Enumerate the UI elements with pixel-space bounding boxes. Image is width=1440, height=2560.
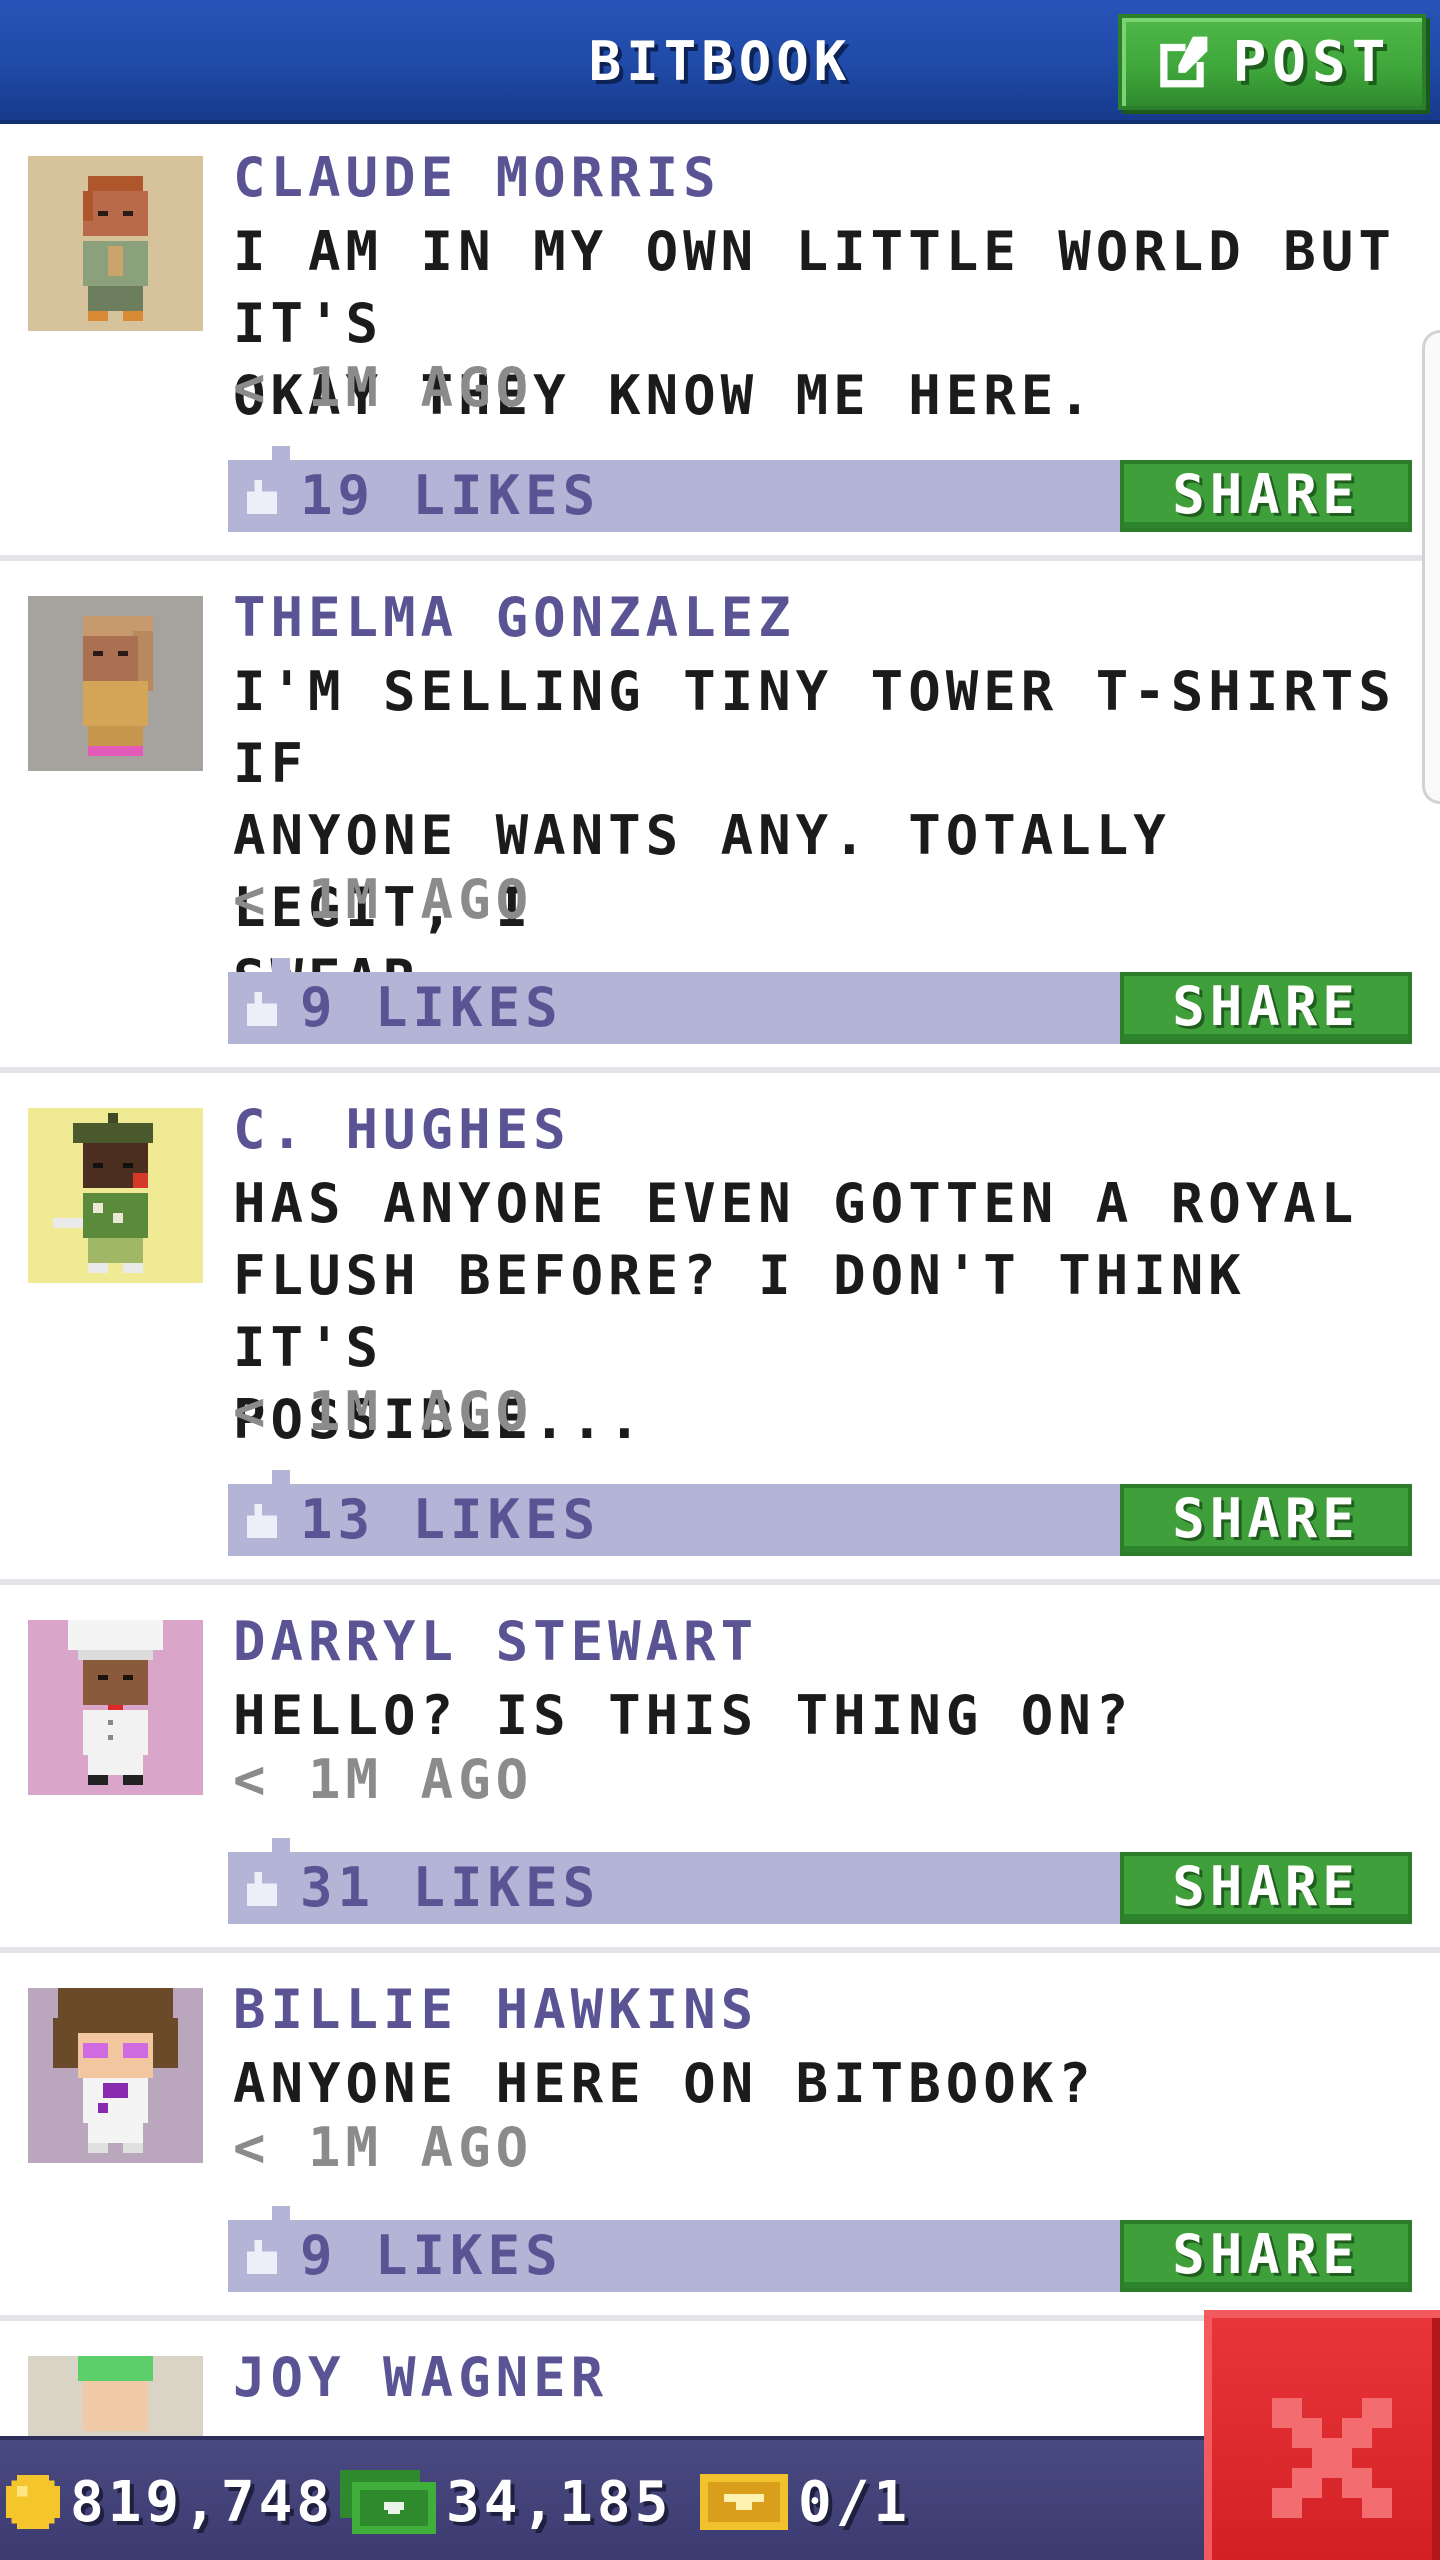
coins-stat: 819,748 xyxy=(6,2440,334,2560)
avatar[interactable] xyxy=(28,1988,203,2163)
likes-bar: 31 LIKES SHARE xyxy=(228,1838,1412,1924)
likes-count: 9 LIKES xyxy=(300,2224,563,2287)
post-message: ANYONE HERE ON BITBOOK? xyxy=(233,2052,1096,2115)
avatar[interactable] xyxy=(28,1620,203,1795)
post-button[interactable]: POST xyxy=(1118,14,1426,110)
post-time: < 1M AGO xyxy=(233,868,534,931)
post-divider xyxy=(0,555,1440,561)
bux-stat: 34,185 xyxy=(340,2440,672,2560)
post-time: < 1M AGO xyxy=(233,1748,534,1811)
likes-count: 19 LIKES xyxy=(300,464,601,527)
post-author[interactable]: C. HUGHES xyxy=(233,1098,571,1161)
post-divider xyxy=(0,1947,1440,1953)
post-time: < 1M AGO xyxy=(233,1380,534,1443)
post-author[interactable]: JOY WAGNER xyxy=(233,2346,608,2409)
avatar[interactable] xyxy=(28,156,203,331)
ticket-icon xyxy=(700,2474,788,2530)
likes-bar: 9 LIKES SHARE xyxy=(228,2206,1412,2292)
post-button-label: POST xyxy=(1232,29,1392,95)
close-icon xyxy=(1272,2398,1392,2518)
compose-icon xyxy=(1159,36,1207,88)
coins-count: 819,748 xyxy=(70,2469,335,2535)
bux-count: 34,185 xyxy=(446,2469,673,2535)
scroll-indicator[interactable] xyxy=(1422,330,1440,804)
share-button[interactable]: SHARE xyxy=(1120,2220,1412,2292)
likes-bar: 19 LIKES SHARE xyxy=(228,446,1412,532)
likes-count: 13 LIKES xyxy=(300,1488,601,1551)
post-message: HELLO? IS THIS THING ON? xyxy=(233,1684,1134,1747)
post-message: I'M SELLING TINY TOWER T-SHIRTS IF ANYON… xyxy=(233,660,1396,1011)
post-author[interactable]: DARRYL STEWART xyxy=(233,1610,758,1673)
post-author[interactable]: THELMA GONZALEZ xyxy=(233,586,796,649)
like-icon[interactable] xyxy=(242,1872,282,1906)
tickets-count: 0/1 xyxy=(798,2469,912,2535)
likes-count: 9 LIKES xyxy=(300,976,563,1039)
like-icon[interactable] xyxy=(242,2240,282,2274)
post-author[interactable]: CLAUDE MORRIS xyxy=(233,146,721,209)
bux-icon xyxy=(340,2470,436,2534)
avatar[interactable] xyxy=(28,1108,203,1283)
post-time: < 1M AGO xyxy=(233,356,534,419)
tickets-stat: 0/1 xyxy=(700,2440,911,2560)
app-header: BITBOOK POST xyxy=(0,0,1440,124)
like-icon[interactable] xyxy=(242,480,282,514)
likes-count: 31 LIKES xyxy=(300,1856,601,1919)
like-icon[interactable] xyxy=(242,992,282,1026)
likes-bar: 13 LIKES SHARE xyxy=(228,1470,1412,1556)
share-button[interactable]: SHARE xyxy=(1120,1852,1412,1924)
avatar[interactable] xyxy=(28,596,203,771)
share-button[interactable]: SHARE xyxy=(1120,1484,1412,1556)
share-button[interactable]: SHARE xyxy=(1120,460,1412,532)
close-button[interactable] xyxy=(1204,2310,1440,2560)
like-icon[interactable] xyxy=(242,1504,282,1538)
post-time: < 1M AGO xyxy=(233,2116,534,2179)
post-divider xyxy=(0,1579,1440,1585)
share-button[interactable]: SHARE xyxy=(1120,972,1412,1044)
post-divider xyxy=(0,1067,1440,1073)
post-author[interactable]: BILLIE HAWKINS xyxy=(233,1978,758,2041)
likes-bar: 9 LIKES SHARE xyxy=(228,958,1412,1044)
coin-icon xyxy=(6,2475,60,2529)
